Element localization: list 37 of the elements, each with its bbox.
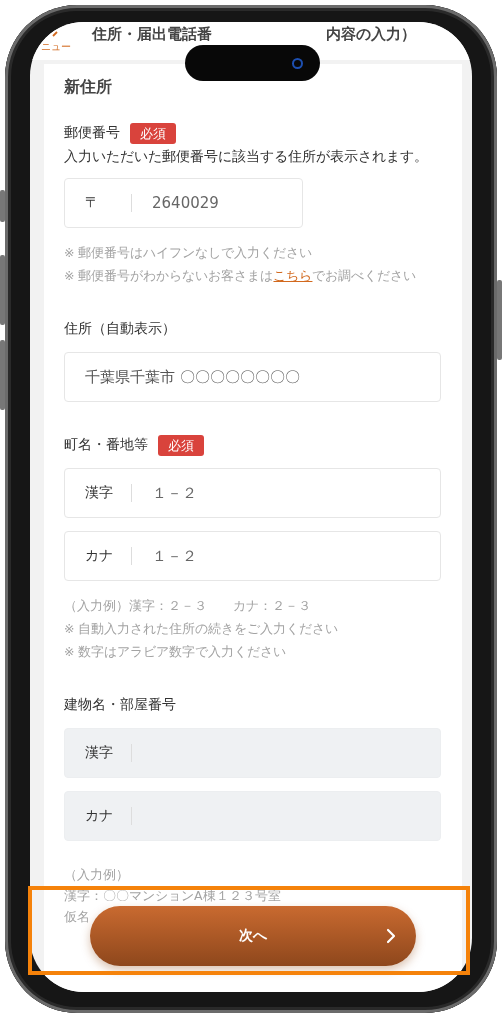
field-label: 住所（自動表示） bbox=[64, 320, 176, 338]
note-text: （入力例）漢字：２－３ カナ：２－３ bbox=[64, 597, 311, 615]
field-label: 町名・番地等 bbox=[64, 436, 148, 454]
section-title: 新住所 bbox=[64, 77, 113, 98]
field-prefix: カナ bbox=[85, 807, 113, 825]
required-badge: 必須 bbox=[130, 122, 176, 144]
input-field[interactable]: 漢字 bbox=[64, 728, 441, 778]
input-field[interactable]: カナ １－２ bbox=[64, 531, 441, 581]
note-text: （入力例） bbox=[64, 867, 129, 883]
note-text: ※ 郵便番号がわからないお客さまはこちら でお調べください bbox=[64, 267, 417, 285]
chevron-right-icon bbox=[386, 928, 396, 944]
note-text: 仮名 bbox=[64, 909, 90, 925]
field-value: 2640029 bbox=[152, 194, 219, 212]
field-prefix: 漢字 bbox=[85, 484, 113, 502]
next-button[interactable]: 次へ bbox=[90, 906, 416, 966]
camera-lens-icon bbox=[292, 58, 303, 69]
field-value: 千葉県千葉市 〇〇〇〇〇〇〇〇 bbox=[85, 367, 300, 387]
input-field[interactable]: 〒 2640029 bbox=[64, 178, 303, 228]
input-field[interactable]: 千葉県千葉市 〇〇〇〇〇〇〇〇 bbox=[64, 352, 441, 402]
field-value: １－２ bbox=[152, 483, 197, 503]
field-prefix: 〒 bbox=[85, 194, 100, 212]
input-field[interactable]: カナ bbox=[64, 791, 441, 841]
field-label: 建物名・部屋番号 bbox=[64, 696, 176, 714]
description-text: 入力いただいた郵便番号に該当する住所が表示されます。 bbox=[64, 147, 429, 166]
lookup-link[interactable]: こちら bbox=[273, 268, 313, 283]
field-prefix: 漢字 bbox=[85, 744, 113, 762]
field-label: 郵便番号 bbox=[64, 124, 120, 142]
input-field[interactable]: 漢字 １－２ bbox=[64, 468, 441, 518]
note-text: ※ 数字はアラビア数字で入力ください bbox=[64, 643, 287, 661]
field-value: １－２ bbox=[152, 546, 197, 566]
menu-link[interactable]: ニュー bbox=[41, 41, 71, 53]
note-text: ※ 郵便番号はハイフンなしで入力ください bbox=[64, 244, 313, 262]
required-badge: 必須 bbox=[158, 434, 204, 456]
field-prefix: カナ bbox=[85, 547, 113, 565]
note-text: ※ 自動入力された住所の続きをご入力ください bbox=[64, 620, 339, 638]
page-title: 内容の入力） bbox=[326, 25, 416, 43]
page-title: 住所・届出電話番 bbox=[92, 25, 212, 43]
